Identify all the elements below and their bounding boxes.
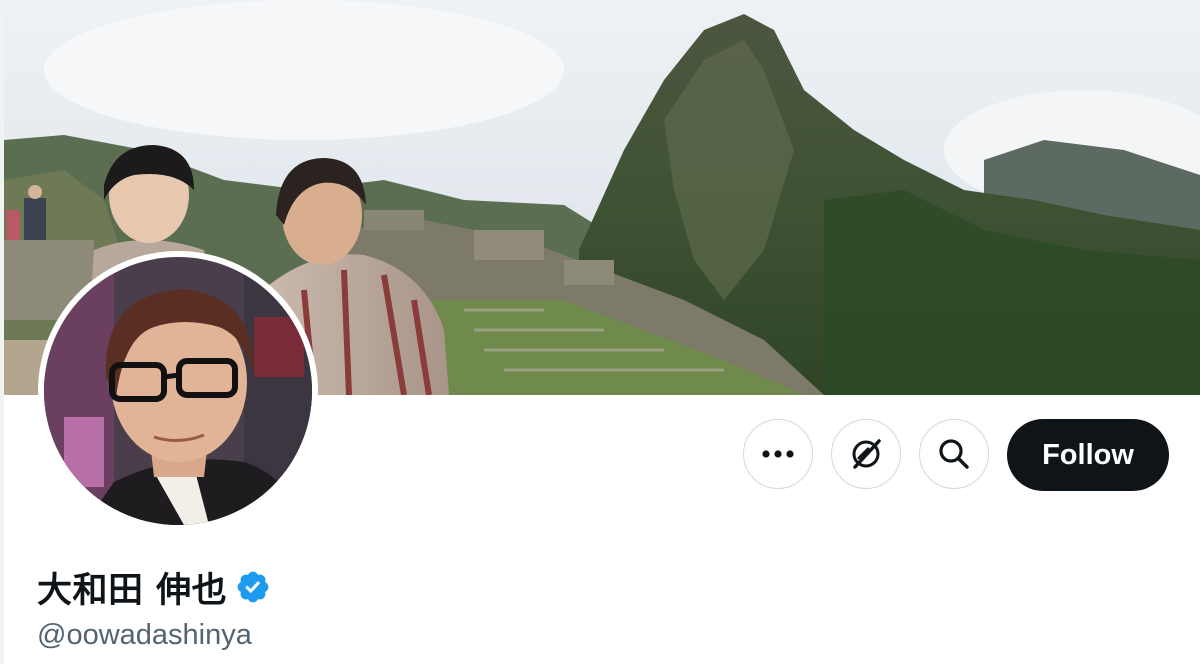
grok-button[interactable] [831,419,901,489]
profile-page: Follow 大和田 伸也 @oowadashinya [0,0,1200,664]
profile-avatar[interactable] [38,251,318,531]
more-horizontal-icon [762,450,794,458]
avatar-image [44,257,312,525]
follow-button[interactable]: Follow [1007,419,1169,491]
more-button[interactable] [743,419,813,489]
profile-name-row: 大和田 伸也 [37,562,271,612]
follow-button-label: Follow [1042,438,1134,471]
search-button[interactable] [919,419,989,489]
display-name: 大和田 伸也 [37,570,228,611]
verified-badge-icon [237,571,269,603]
verified-badge[interactable] [235,569,271,605]
profile-handle: @oowadashinya [37,619,252,651]
search-icon [939,439,969,469]
grok-icon [852,439,881,469]
